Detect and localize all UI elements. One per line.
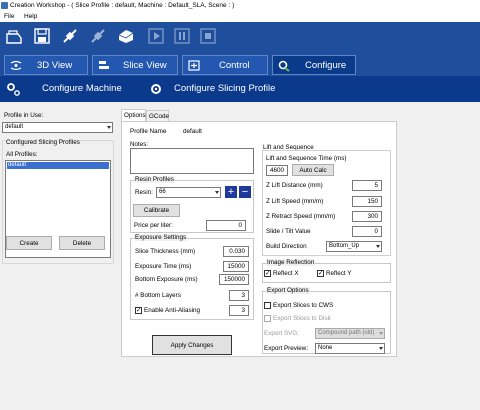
list-item[interactable]: default	[7, 162, 109, 169]
resin-label: Resin:	[135, 189, 153, 196]
remove-resin-button[interactable]: −	[239, 186, 251, 198]
slicing-gear-icon	[151, 84, 161, 94]
slide-tilt-label: Slide / Tilt Value	[266, 228, 311, 235]
apply-changes-button[interactable]: Apply Changes	[152, 335, 232, 355]
configured-profiles-label: Configured Slicing Profiles	[6, 139, 80, 146]
anti-aliasing-checkbox[interactable]	[135, 306, 142, 314]
exposure-settings-title: Exposure Settings	[134, 234, 188, 241]
export-svg-select[interactable]: Compound path (old)	[315, 328, 385, 339]
title-bar: Creation Workshop - ( Slice Profile : de…	[0, 0, 480, 12]
add-resin-button[interactable]: +	[225, 186, 237, 198]
play-icon[interactable]	[146, 25, 166, 47]
gears-icon	[7, 83, 20, 96]
toolbar	[0, 22, 480, 51]
minus-icon: −	[241, 186, 249, 198]
chevron-down-icon	[379, 347, 383, 350]
main-tab-bar: 3D View Slice View Control Configure	[0, 51, 480, 76]
menu-help[interactable]: Help	[24, 13, 37, 20]
z-lift-speed-input[interactable]: 150	[352, 196, 382, 207]
save-icon[interactable]	[32, 25, 52, 47]
tab-control[interactable]: Control	[182, 55, 268, 75]
export-preview-label: Export Preview:	[264, 345, 309, 352]
all-profiles-label: All Profiles:	[6, 151, 38, 158]
slice-view-icon	[99, 61, 109, 69]
chevron-down-icon	[107, 126, 111, 129]
chevron-down-icon	[215, 191, 219, 194]
chevron-down-icon	[379, 332, 383, 335]
z-lift-distance-input[interactable]: 5	[352, 180, 382, 191]
create-profile-button[interactable]: Create	[6, 236, 52, 250]
configure-icon	[278, 60, 290, 72]
reflect-x-checkbox[interactable]	[264, 269, 271, 277]
price-label: Price per liter:	[134, 222, 173, 229]
exposure-time-input[interactable]: 15000	[223, 261, 249, 272]
control-icon	[188, 60, 200, 71]
anti-aliasing-label: Enable Anti-Aliasing	[144, 307, 201, 314]
sequence-time-input[interactable]: 4600	[266, 165, 288, 176]
sequence-time-label: Lift and Sequence Time (ms)	[266, 155, 347, 162]
menu-file[interactable]: File	[4, 13, 14, 20]
auto-calc-button[interactable]: Auto Calc	[292, 164, 334, 176]
tab-configure-slicing-profile[interactable]: Configure Slicing Profile	[174, 83, 275, 94]
build-direction-select[interactable]: Bottom_Up	[326, 241, 382, 252]
notes-textarea[interactable]	[130, 148, 254, 174]
slide-tilt-input[interactable]: 0	[352, 226, 382, 237]
export-svg-label: Export SVG:	[264, 330, 299, 337]
profile-sidebar: Profile in Use: default Configured Slici…	[0, 108, 118, 410]
slice-thickness-label: Slice Thickness (mm)	[135, 248, 196, 255]
open-file-icon[interactable]	[4, 25, 24, 47]
image-reflection-title: Image Reflection	[266, 259, 316, 266]
3d-view-icon	[10, 60, 22, 71]
window-title: Creation Workshop - ( Slice Profile : de…	[10, 2, 235, 9]
tab-configure[interactable]: Configure	[272, 55, 356, 75]
menu-bar: File Help	[0, 12, 480, 22]
z-retract-speed-input[interactable]: 300	[352, 211, 382, 222]
build-direction-label: Build Direction	[266, 243, 307, 250]
z-lift-speed-label: Z Lift Speed (mm/m)	[266, 198, 324, 205]
bottom-exposure-label: Bottom Exposure (ms)	[135, 276, 198, 283]
export-disk-label: Export Slices to Disk	[273, 315, 331, 322]
resin-profiles-title: Resin Profiles	[134, 176, 175, 183]
stop-icon[interactable]	[198, 25, 218, 47]
delete-profile-button[interactable]: Delete	[59, 236, 105, 250]
profile-in-use-select[interactable]: default	[2, 122, 113, 133]
z-retract-speed-label: Z Retract Speed (mm/m)	[266, 213, 336, 220]
reflect-x-label: Reflect X	[273, 270, 299, 277]
bottom-layers-input[interactable]: 3	[229, 290, 249, 301]
price-input[interactable]: 0	[206, 220, 246, 231]
resin-select[interactable]: 66	[156, 187, 221, 198]
export-options-title: Export Options	[266, 287, 310, 294]
z-lift-distance-label: Z Lift Distance (mm)	[266, 182, 323, 189]
reflect-y-checkbox[interactable]	[317, 269, 324, 277]
notes-label: Notes:	[130, 141, 149, 148]
disconnect-icon[interactable]	[88, 25, 108, 47]
export-preview-select[interactable]: None	[315, 343, 385, 354]
bottom-exposure-input[interactable]: 150000	[219, 274, 249, 285]
anti-aliasing-input[interactable]: 3	[229, 305, 249, 316]
bottom-layers-label: # Bottom Layers	[135, 292, 181, 299]
plus-icon: +	[227, 186, 235, 198]
chevron-down-icon	[376, 245, 380, 248]
app-icon	[1, 2, 8, 9]
calibrate-button[interactable]: Calibrate	[133, 204, 180, 217]
profile-name-value: default	[183, 128, 202, 135]
profile-name-label: Profile Name	[130, 128, 167, 135]
reflect-y-label: Reflect Y	[326, 270, 352, 277]
exposure-time-label: Exposure Time (ms)	[135, 263, 192, 270]
profile-in-use-label: Profile in Use:	[4, 112, 44, 119]
slice-thickness-input[interactable]: 0.030	[223, 246, 249, 257]
connect-icon[interactable]	[60, 25, 80, 47]
tab-slice-view[interactable]: Slice View	[92, 55, 178, 75]
tab-3d-view[interactable]: 3D View	[4, 55, 88, 75]
export-disk-checkbox[interactable]	[264, 315, 271, 322]
slice-icon[interactable]	[116, 25, 136, 47]
tab-configure-machine[interactable]: Configure Machine	[42, 83, 122, 94]
pause-icon[interactable]	[172, 25, 192, 47]
configure-sub-tab-bar: Configure Machine Configure Slicing Prof…	[0, 76, 480, 102]
export-cws-label: Export Slices to CWS	[273, 302, 334, 309]
export-cws-checkbox[interactable]	[264, 302, 271, 309]
